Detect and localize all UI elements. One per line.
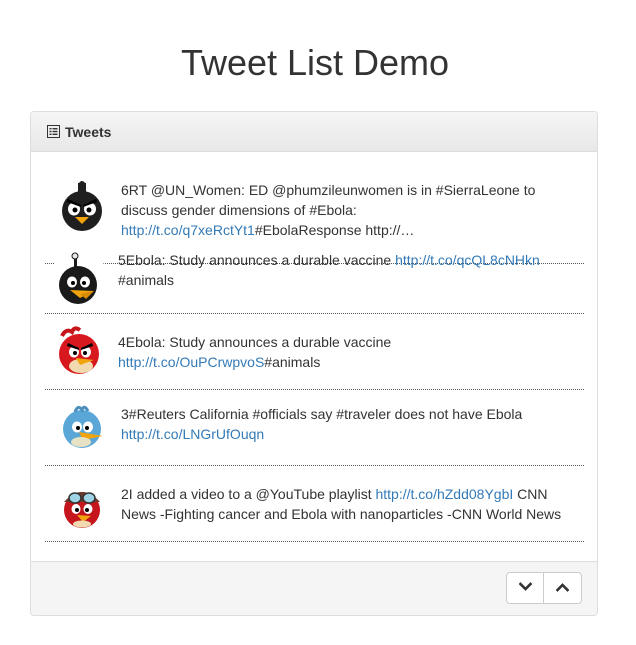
tweet-segment: RT @UN_Women: ED @phumzileunwomen is in … xyxy=(121,182,536,218)
chevron-up-icon xyxy=(555,579,570,597)
tweet-link[interactable]: http://t.co/OuPCrwpvoS xyxy=(118,354,264,370)
tweet-text: 2I added a video to a @YouTube playlist … xyxy=(121,474,584,524)
tweet-link[interactable]: http://t.co/LNGrUfOuqn xyxy=(121,426,264,442)
panel-heading: Tweets xyxy=(31,112,597,152)
page-title: Tweet List Demo xyxy=(180,42,450,84)
tweet-number: 5 xyxy=(118,252,126,268)
panel-footer xyxy=(31,561,597,615)
tweet-segment: Ebola: Study announces a durable vaccine xyxy=(125,252,396,268)
tweet-segment: #animals xyxy=(118,272,175,288)
tweet-text: 3#Reuters California #officials say #tra… xyxy=(121,398,584,444)
tweet-segment: I added a video to a @YouTube playlist xyxy=(128,486,376,502)
panel-title: Tweets xyxy=(65,123,112,140)
red-bird-avatar xyxy=(50,322,108,380)
tweet-number: 4 xyxy=(118,334,126,350)
tweet-link[interactable]: http://t.co/qcQL8cNHkn xyxy=(395,252,540,268)
bomb-bird-avatar xyxy=(50,250,108,308)
tweet-segment: #Reuters California #officials say #trav… xyxy=(128,406,523,422)
black-bird-avatar xyxy=(53,178,111,236)
tweet-text: 6RT @UN_Women: ED @phumzileunwomen is in… xyxy=(121,176,584,240)
tweet-item: 5Ebola: Study announces a durable vaccin… xyxy=(45,244,584,314)
tweet-item: 2I added a video to a @YouTube playlist … xyxy=(45,466,584,542)
tweet-link[interactable]: http://t.co/hZdd08YgbI xyxy=(375,486,513,502)
tweet-segment: Ebola: Study announces a durable vaccine xyxy=(125,334,392,350)
tweet-item: 4Ebola: Study announces a durable vaccin… xyxy=(45,314,584,390)
previous-button[interactable] xyxy=(544,572,582,604)
tweet-link[interactable]: http://t.co/q7xeRctYt1 xyxy=(121,222,255,238)
tweet-segment: #animals xyxy=(264,354,321,370)
tweet-number: 3 xyxy=(121,406,129,422)
tweet-number: 6 xyxy=(121,182,129,198)
tweet-text: 5Ebola: Study announces a durable vaccin… xyxy=(118,250,584,290)
tweet-text: 4Ebola: Study announces a durable vaccin… xyxy=(118,322,584,372)
tweets-panel: Tweets 6RT @UN_Women: ED @phumzileunwome… xyxy=(30,111,598,616)
blue-bird-avatar xyxy=(53,398,111,456)
tweet-list: 6RT @UN_Women: ED @phumzileunwomen is in… xyxy=(31,152,597,562)
list-icon xyxy=(47,125,60,138)
chevron-down-icon xyxy=(518,579,532,597)
tweet-item: 3#Reuters California #officials say #tra… xyxy=(45,390,584,466)
next-button[interactable] xyxy=(506,572,544,604)
pilot-bird-avatar xyxy=(53,476,111,534)
tweet-segment: #EbolaResponse http://… xyxy=(254,222,415,238)
pagination-button-group xyxy=(506,572,582,604)
tweet-number: 2 xyxy=(121,486,129,502)
